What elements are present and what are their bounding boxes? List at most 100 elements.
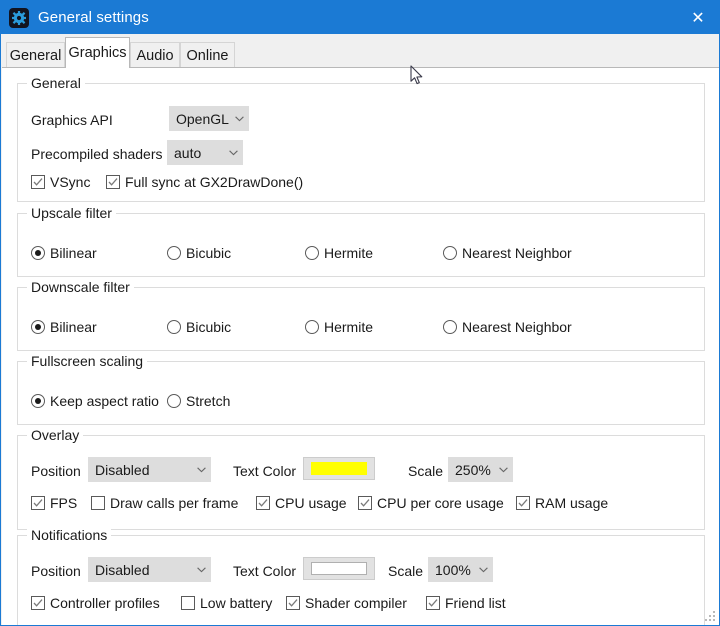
checkbox-low-battery[interactable]: Low battery <box>181 594 272 612</box>
radio-upscale-hermite[interactable]: Hermite <box>305 244 373 262</box>
radio-downscale-nearest-neighbor-label: Nearest Neighbor <box>462 319 572 335</box>
tab-audio[interactable]: Audio <box>130 42 180 68</box>
title-bar: General settings ✕ <box>1 1 719 34</box>
graphics-tab-panel: General Graphics API OpenGL Precompiled … <box>2 67 719 625</box>
checkbox-box <box>106 175 120 189</box>
checkbox-box <box>31 596 45 610</box>
radio-upscale-bicubic-label: Bicubic <box>186 245 232 261</box>
checkbox-ram-usage-label: RAM usage <box>535 495 609 511</box>
group-fullscreen-scaling: Fullscreen scaling Keep aspect ratio Str… <box>17 353 705 425</box>
radio-ring <box>167 394 181 408</box>
overlay-position-select[interactable]: Disabled <box>88 457 211 482</box>
precompiled-shaders-select[interactable]: auto <box>167 140 243 165</box>
group-downscale-filter: Downscale filter Bilinear Bicubic Hermit… <box>17 279 705 351</box>
radio-downscale-bicubic[interactable]: Bicubic <box>167 318 231 336</box>
radio-downscale-bicubic-label: Bicubic <box>186 319 232 335</box>
overlay-scale-value: 250% <box>455 461 491 478</box>
checkbox-controller-profiles[interactable]: Controller profiles <box>31 594 160 612</box>
checkbox-controller-profiles-label: Controller profiles <box>50 595 160 611</box>
tab-general[interactable]: General <box>6 42 65 68</box>
graphics-api-label: Graphics API <box>31 112 113 128</box>
group-general-legend: General <box>27 75 85 91</box>
group-notifications: Notifications Position Disabled Text Col… <box>17 527 705 625</box>
overlay-scale-select[interactable]: 250% <box>448 457 513 482</box>
graphics-api-select[interactable]: OpenGL <box>169 106 249 131</box>
overlay-scale-label: Scale <box>408 463 444 479</box>
radio-downscale-bilinear[interactable]: Bilinear <box>31 318 97 336</box>
group-notifications-legend: Notifications <box>27 527 112 543</box>
checkbox-cpu-usage[interactable]: CPU usage <box>256 494 347 512</box>
chevron-down-icon <box>230 115 248 122</box>
radio-ring <box>443 320 457 334</box>
radio-ring <box>167 320 181 334</box>
checkbox-box <box>91 496 105 510</box>
radio-upscale-nearest-neighbor-label: Nearest Neighbor <box>462 245 572 261</box>
radio-upscale-bilinear-label: Bilinear <box>50 245 97 261</box>
graphics-api-value: OpenGL <box>176 110 229 127</box>
notifications-position-select[interactable]: Disabled <box>88 557 211 582</box>
precompiled-shaders-label: Precompiled shaders <box>31 146 163 162</box>
radio-upscale-bilinear[interactable]: Bilinear <box>31 244 97 262</box>
radio-stretch-label: Stretch <box>186 393 231 409</box>
resize-grip[interactable] <box>703 609 716 622</box>
checkbox-cpu-per-core-usage-label: CPU per core usage <box>377 495 504 511</box>
checkbox-low-battery-label: Low battery <box>200 595 273 611</box>
radio-downscale-hermite-label: Hermite <box>324 319 374 335</box>
checkbox-fps[interactable]: FPS <box>31 494 77 512</box>
checkbox-cpu-per-core-usage[interactable]: CPU per core usage <box>358 494 504 512</box>
radio-ring <box>305 246 319 260</box>
checkbox-box <box>31 496 45 510</box>
checkbox-draw-calls-per-frame[interactable]: Draw calls per frame <box>91 494 238 512</box>
group-general: General Graphics API OpenGL Precompiled … <box>17 75 705 202</box>
group-upscale-filter: Upscale filter Bilinear Bicubic Hermite … <box>17 205 705 277</box>
chevron-down-icon <box>224 149 242 156</box>
checkbox-full-sync-label: Full sync at GX2DrawDone() <box>125 174 304 190</box>
radio-keep-aspect-ratio-label: Keep aspect ratio <box>50 393 159 409</box>
radio-stretch[interactable]: Stretch <box>167 392 230 410</box>
overlay-text-color-preview <box>311 462 367 475</box>
radio-ring <box>31 394 45 408</box>
checkbox-box <box>31 175 45 189</box>
checkbox-box <box>256 496 270 510</box>
chevron-down-icon <box>192 566 210 573</box>
checkbox-full-sync[interactable]: Full sync at GX2DrawDone() <box>106 173 303 191</box>
radio-ring <box>305 320 319 334</box>
tab-graphics[interactable]: Graphics <box>65 37 130 68</box>
chevron-down-icon <box>494 466 512 473</box>
overlay-text-color-label: Text Color <box>233 463 297 479</box>
checkbox-friend-list-label: Friend list <box>445 595 506 611</box>
group-fullscreen-legend: Fullscreen scaling <box>27 353 148 369</box>
checkbox-friend-list[interactable]: Friend list <box>426 594 506 612</box>
close-icon[interactable]: ✕ <box>675 1 719 34</box>
checkbox-ram-usage[interactable]: RAM usage <box>516 494 608 512</box>
general-settings-window: General settings ✕ General Graphics Audi… <box>0 0 720 626</box>
radio-keep-aspect-ratio[interactable]: Keep aspect ratio <box>31 392 159 410</box>
radio-upscale-bicubic[interactable]: Bicubic <box>167 244 231 262</box>
notifications-scale-label: Scale <box>388 563 424 579</box>
checkbox-cpu-usage-label: CPU usage <box>275 495 347 511</box>
radio-ring <box>31 320 45 334</box>
radio-ring <box>31 246 45 260</box>
checkbox-shader-compiler[interactable]: Shader compiler <box>286 594 407 612</box>
radio-upscale-nearest-neighbor[interactable]: Nearest Neighbor <box>443 244 572 262</box>
group-upscale-legend: Upscale filter <box>27 205 116 221</box>
notifications-text-color-swatch[interactable] <box>303 557 375 580</box>
notifications-scale-select[interactable]: 100% <box>428 557 493 582</box>
radio-ring <box>443 246 457 260</box>
checkbox-box <box>358 496 372 510</box>
group-overlay: Overlay Position Disabled Text Color Sca… <box>17 427 705 530</box>
checkbox-box <box>181 596 195 610</box>
overlay-position-label: Position <box>31 463 81 479</box>
notifications-position-label: Position <box>31 563 81 579</box>
notifications-scale-value: 100% <box>435 561 471 578</box>
overlay-text-color-swatch[interactable] <box>303 457 375 480</box>
group-downscale-legend: Downscale filter <box>27 279 134 295</box>
checkbox-vsync[interactable]: VSync <box>31 173 90 191</box>
radio-downscale-hermite[interactable]: Hermite <box>305 318 373 336</box>
checkbox-vsync-label: VSync <box>50 174 91 190</box>
precompiled-shaders-value: auto <box>174 144 202 161</box>
radio-downscale-nearest-neighbor[interactable]: Nearest Neighbor <box>443 318 572 336</box>
tab-online[interactable]: Online <box>180 42 235 68</box>
settings-content: General Graphics API OpenGL Precompiled … <box>9 74 713 625</box>
checkbox-shader-compiler-label: Shader compiler <box>305 595 407 611</box>
